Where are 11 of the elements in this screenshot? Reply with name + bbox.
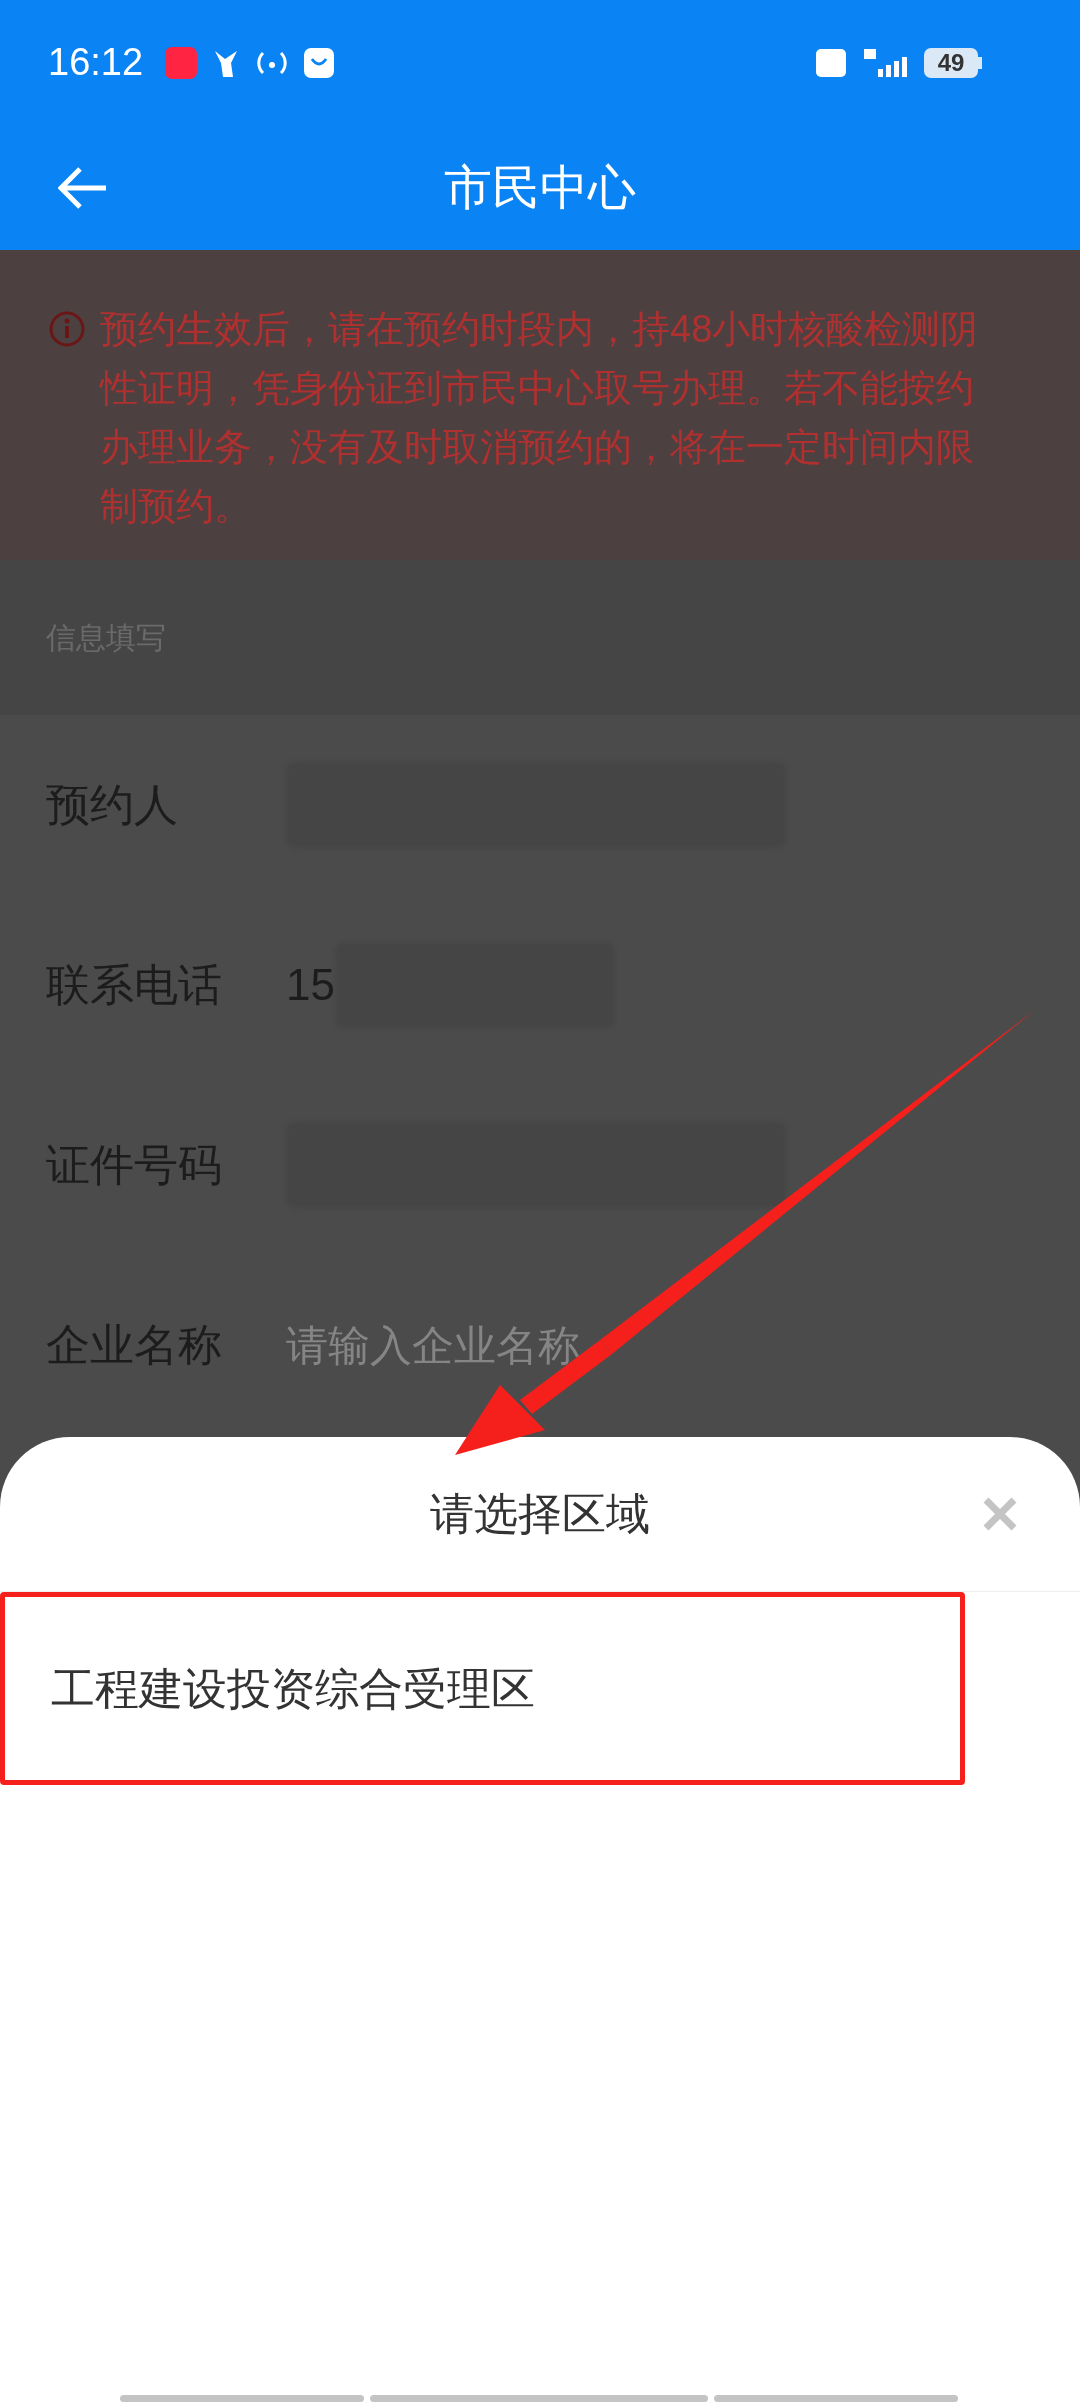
sheet-title: 请选择区域 [430,1488,650,1540]
battery-level: 49 [937,47,965,78]
info-icon [48,310,86,348]
back-arrow-icon[interactable] [58,165,108,210]
company-name-field[interactable]: 请输入企业名称 [286,1313,886,1377]
status-time: 16:12 [48,40,144,85]
shopping-bag-icon [303,46,336,79]
page-title: 市民中心 [444,159,636,216]
area-option[interactable]: 工程建设投资综合受理区 [0,1592,965,1785]
app-notification-icon [165,46,198,79]
notice-text: 预约生效后，请在预约时段内，持48小时核酸检测阴性证明，凭身份证到市民中心取号办理。若不能按约办理业务，没有及时取消预约的，将在一定时间内限制预约。 [100,307,980,529]
